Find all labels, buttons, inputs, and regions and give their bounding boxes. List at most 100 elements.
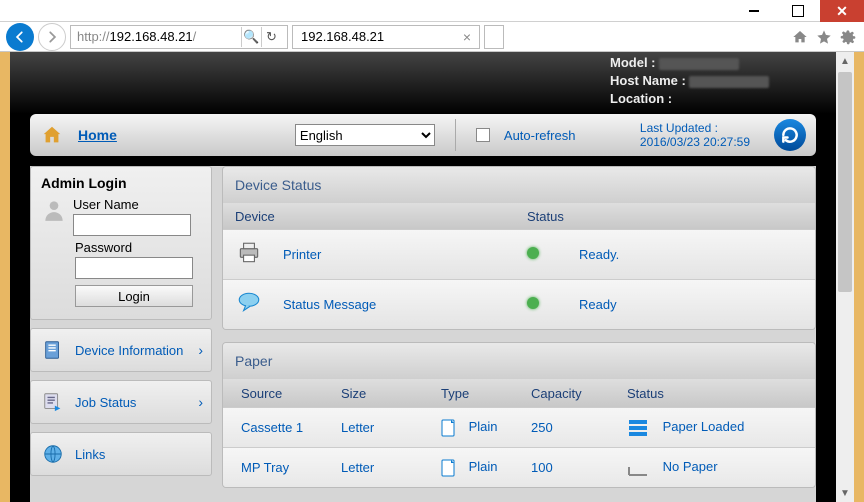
model-value-blurred: [659, 58, 739, 70]
autorefresh-label: Auto-refresh: [504, 128, 576, 143]
url-suffix: /: [193, 29, 197, 44]
paper-source: MP Tray: [241, 460, 341, 475]
paper-loaded-icon: [627, 417, 649, 439]
chevron-right-icon: ›: [198, 342, 203, 358]
login-button[interactable]: Login: [75, 285, 193, 307]
page-content: Model : Host Name : Location : Home Engl…: [10, 52, 836, 502]
home-icon[interactable]: [790, 27, 810, 47]
admin-login-title: Admin Login: [41, 175, 201, 191]
location-label: Location :: [610, 91, 672, 106]
paper-section: Paper Source Size Type Capacity Status C…: [222, 342, 816, 488]
favorites-icon[interactable]: [814, 27, 834, 47]
sidebar-item-label: Device Information: [75, 343, 183, 358]
home-link[interactable]: Home: [78, 127, 117, 143]
device-header: Model : Host Name : Location :: [10, 52, 836, 114]
address-bar[interactable]: http://192.168.48.21/ 🔍 ↻: [70, 25, 288, 49]
toolbar-divider: [455, 119, 456, 151]
paper-capacity: 250: [531, 420, 627, 435]
browser-toolbar: http://192.168.48.21/ 🔍 ↻ 192.168.48.21 …: [0, 22, 864, 52]
window-maximize-button[interactable]: [776, 0, 820, 22]
left-gutter: [0, 52, 10, 502]
device-status-section: Device Status Device Status Printer Read…: [222, 166, 816, 330]
paper-size: Letter: [341, 460, 441, 475]
browser-back-button[interactable]: [6, 23, 34, 51]
sidebar-item-links[interactable]: Links: [30, 432, 212, 476]
device-name-link[interactable]: Status Message: [283, 297, 527, 312]
browser-forward-button[interactable]: [38, 23, 66, 51]
scroll-down-arrow[interactable]: ▼: [836, 484, 854, 502]
device-status-text: Ready.: [579, 247, 619, 262]
paper-type: Plain: [469, 419, 498, 434]
job-status-icon: [39, 390, 67, 414]
paper-size: Letter: [341, 420, 441, 435]
vertical-scrollbar[interactable]: ▲ ▼: [836, 52, 854, 502]
home-icon: [40, 123, 64, 147]
device-row-printer: Printer Ready.: [223, 229, 815, 279]
refresh-button[interactable]: [774, 119, 806, 151]
paper-header-row: Source Size Type Capacity Status: [223, 379, 815, 407]
paper-type: Plain: [469, 459, 498, 474]
paper-capacity: 100: [531, 460, 627, 475]
password-label: Password: [75, 240, 201, 255]
col-size: Size: [341, 386, 441, 401]
sidebar: Admin Login User Name Password: [30, 166, 212, 502]
main-column: Device Status Device Status Printer Read…: [222, 166, 816, 502]
admin-login-panel: Admin Login User Name Password: [30, 166, 212, 320]
scroll-up-arrow[interactable]: ▲: [836, 52, 854, 70]
globe-icon: [39, 442, 67, 466]
paper-row: MP Tray Letter Plain 100 No Paper: [223, 447, 815, 487]
paper-type-icon: [441, 419, 457, 437]
sidebar-item-job-status[interactable]: Job Status ›: [30, 380, 212, 424]
device-status-text: Ready: [579, 297, 617, 312]
right-gutter: [854, 52, 864, 502]
status-indicator-green: [527, 247, 539, 259]
col-device: Device: [235, 209, 527, 224]
sidebar-item-label: Job Status: [75, 395, 136, 410]
paper-row: Cassette 1 Letter Plain 250 Paper Loaded: [223, 407, 815, 447]
device-status-header-row: Device Status: [223, 203, 815, 229]
refresh-icon[interactable]: ↻: [261, 27, 281, 47]
model-label: Model :: [610, 55, 656, 70]
col-capacity: Capacity: [531, 386, 627, 401]
last-updated: Last Updated : 2016/03/23 20:27:59: [640, 121, 750, 149]
col-status: Status: [527, 209, 564, 224]
window-close-button[interactable]: [820, 0, 864, 22]
paper-status: No Paper: [663, 459, 718, 474]
col-type: Type: [441, 386, 531, 401]
message-icon: [235, 290, 283, 319]
settings-gear-icon[interactable]: [838, 27, 858, 47]
new-tab-button[interactable]: [484, 25, 504, 49]
window-minimize-button[interactable]: [732, 0, 776, 22]
device-name-link[interactable]: Printer: [283, 247, 527, 262]
language-select[interactable]: English: [295, 124, 435, 146]
sidebar-item-label: Links: [75, 447, 105, 462]
device-status-title: Device Status: [223, 167, 815, 203]
tab-title-text: 192.168.48.21: [301, 29, 384, 44]
paper-title: Paper: [223, 343, 815, 379]
sidebar-item-device-information[interactable]: Device Information ›: [30, 328, 212, 372]
device-row-status-message: Status Message Ready: [223, 279, 815, 329]
paper-status: Paper Loaded: [663, 419, 745, 434]
url-host: 192.168.48.21: [110, 29, 193, 44]
paper-type-icon: [441, 459, 457, 477]
chevron-right-icon: ›: [198, 394, 203, 410]
autorefresh-checkbox[interactable]: [476, 128, 490, 142]
printer-icon: [235, 240, 283, 269]
user-avatar-icon: [41, 197, 67, 223]
last-updated-label: Last Updated :: [640, 121, 750, 135]
tab-close-icon[interactable]: ×: [463, 29, 471, 45]
col-status: Status: [627, 386, 797, 401]
hostname-label: Host Name :: [610, 73, 686, 88]
hostname-value-blurred: [689, 76, 769, 88]
username-input[interactable]: [73, 214, 191, 236]
status-indicator-green: [527, 297, 539, 309]
url-prefix: http://: [77, 29, 110, 44]
window-titlebar: [0, 0, 864, 22]
document-icon: [39, 338, 67, 362]
paper-source: Cassette 1: [241, 420, 341, 435]
password-input[interactable]: [75, 257, 193, 279]
username-label: User Name: [73, 197, 191, 212]
browser-tab[interactable]: 192.168.48.21 ×: [292, 25, 480, 49]
search-icon[interactable]: 🔍: [241, 27, 261, 47]
scroll-thumb[interactable]: [838, 72, 852, 292]
